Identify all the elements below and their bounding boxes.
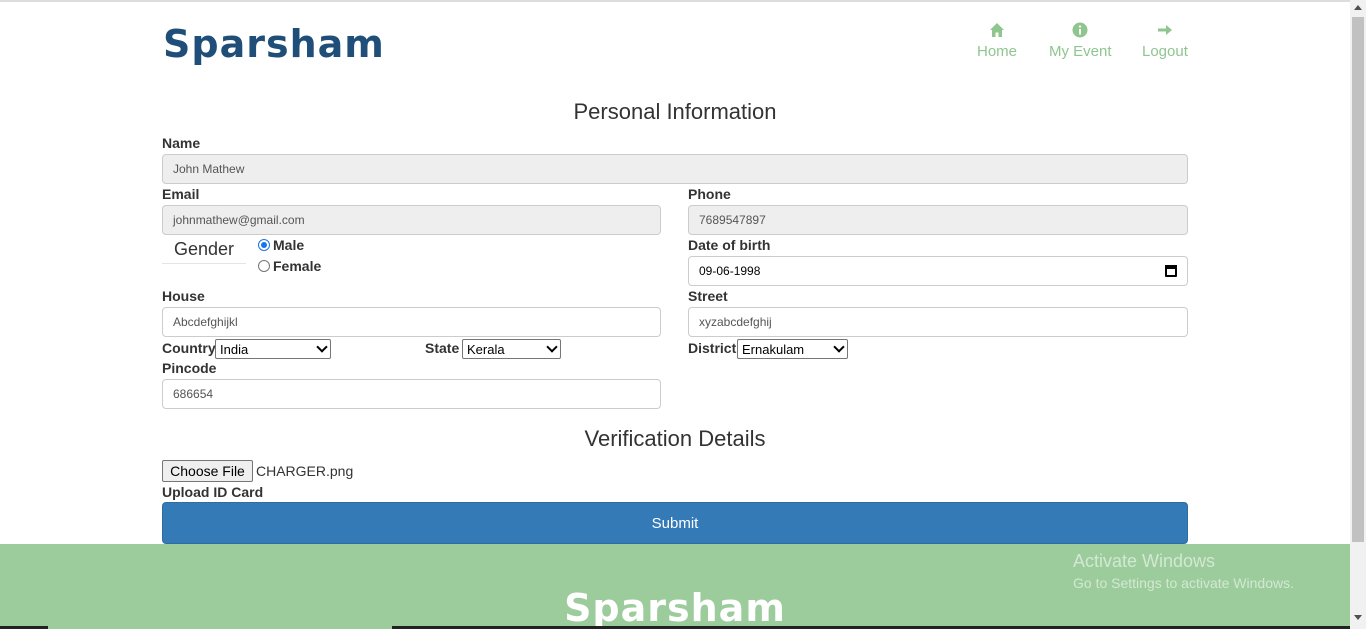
phone-value: 7689547897 [699, 213, 766, 227]
nav-home[interactable]: Home [977, 22, 1017, 60]
state-value: Kerala [467, 341, 505, 357]
street-value: xyzabcdefghij [699, 315, 772, 329]
state-label: State [425, 340, 460, 356]
gender-female-label[interactable]: Female [273, 258, 321, 274]
district-value: Ernakulam [742, 341, 805, 357]
choose-file-button[interactable]: Choose File [162, 460, 253, 482]
gender-male-radio[interactable] [258, 239, 270, 251]
info-icon [1072, 22, 1088, 38]
email-field[interactable]: johnmathew@gmail.com [162, 205, 661, 235]
nav-logout-label: Logout [1142, 43, 1188, 60]
dob-value: 09-06-1998 [699, 264, 761, 278]
phone-label: Phone [688, 186, 731, 202]
chevron-down-icon [833, 341, 845, 353]
brand-logo[interactable]: Sparsham [163, 22, 385, 66]
house-field[interactable]: Abcdefghijkl [162, 307, 661, 337]
phone-field[interactable]: 7689547897 [688, 205, 1188, 235]
country-value: India [220, 341, 249, 357]
district-select[interactable]: Ernakulam [737, 339, 848, 359]
scroll-up-icon[interactable] [1354, 5, 1362, 10]
dob-field[interactable]: 09-06-1998 [688, 256, 1188, 286]
scroll-down-icon[interactable] [1354, 615, 1362, 620]
verification-heading: Verification Details [584, 426, 766, 451]
scrollbar-thumb[interactable] [1352, 17, 1364, 542]
pincode-label: Pincode [162, 360, 217, 376]
upload-id-label: Upload ID Card [162, 484, 264, 500]
nav-my-event-label: My Event [1049, 43, 1112, 60]
name-label: Name [162, 135, 201, 151]
gender-female-radio[interactable] [258, 260, 270, 272]
page: Sparsham Home My Event Logout Personal I… [0, 0, 1350, 629]
selected-file-name: CHARGER.png [256, 463, 354, 479]
pincode-value: 686654 [173, 387, 214, 401]
chevron-down-icon [316, 341, 328, 353]
name-value: John Mathew [173, 162, 245, 176]
house-value: Abcdefghijkl [173, 315, 238, 329]
submit-button[interactable]: Submit [162, 502, 1188, 544]
country-label: Country [162, 340, 216, 356]
email-label: Email [162, 186, 200, 202]
home-icon [990, 23, 1004, 37]
watermark-subtitle: Go to Settings to activate Windows. [1073, 575, 1294, 591]
country-select[interactable]: India [215, 339, 331, 359]
gender-legend: Gender [162, 236, 246, 264]
email-value: johnmathew@gmail.com [173, 213, 305, 227]
pincode-field[interactable]: 686654 [162, 379, 661, 409]
footer-brand: Sparsham [564, 586, 786, 629]
nav-logout[interactable]: Logout [1142, 22, 1188, 60]
district-label: District [688, 340, 737, 356]
name-field[interactable]: John Mathew [162, 154, 1188, 184]
state-select[interactable]: Kerala [462, 339, 561, 359]
activate-windows-watermark: Activate Windows Go to Settings to activ… [1073, 551, 1294, 591]
house-label: House [162, 288, 205, 304]
nav-home-label: Home [977, 43, 1018, 60]
chevron-down-icon [546, 341, 558, 353]
dob-label: Date of birth [688, 237, 771, 253]
personal-info-heading: Personal Information [573, 99, 777, 124]
gender-male-label[interactable]: Male [273, 237, 304, 253]
watermark-title: Activate Windows [1073, 551, 1216, 571]
calendar-icon[interactable] [1165, 265, 1177, 277]
street-field[interactable]: xyzabcdefghij [688, 307, 1188, 337]
top-border [0, 0, 1350, 2]
nav-my-event[interactable]: My Event [1049, 22, 1112, 60]
vertical-scrollbar[interactable] [1350, 0, 1366, 629]
arrow-right-icon [1157, 25, 1172, 35]
street-label: Street [688, 288, 728, 304]
